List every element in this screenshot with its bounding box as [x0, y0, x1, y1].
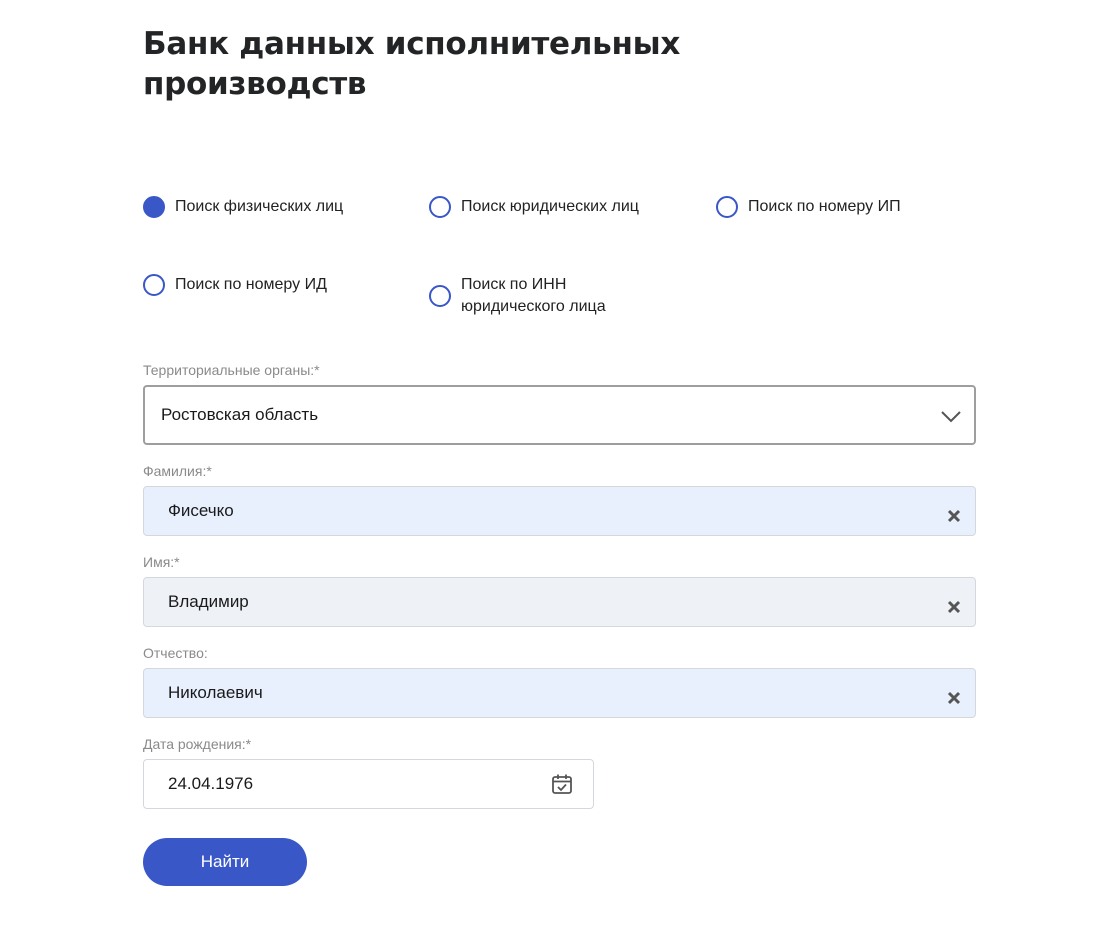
- birth-date-field[interactable]: 24.04.1976: [143, 759, 594, 809]
- radio-label: Поиск юридических лиц: [461, 198, 639, 215]
- region-value: Ростовская область: [161, 405, 319, 424]
- close-icon[interactable]: [947, 509, 961, 523]
- first-name-label: Имя:*: [143, 554, 180, 570]
- close-icon[interactable]: [947, 600, 961, 614]
- radio-label: Поиск по ИНН юридического лица: [461, 276, 606, 315]
- radio-dot[interactable]: [143, 196, 165, 218]
- birth-date-label: Дата рождения:*: [143, 736, 252, 752]
- radio-ip-number[interactable]: Поиск по номеру ИП: [716, 196, 901, 218]
- patronymic-label: Отчество:: [143, 645, 208, 661]
- first-name-value: Владимир: [168, 592, 249, 611]
- radio-inn-legal[interactable]: Поиск по ИНН юридического лица: [429, 274, 651, 318]
- search-page: Банк данных исполнительных производств П…: [0, 0, 1094, 925]
- radio-dot[interactable]: [429, 285, 451, 307]
- radio-label: Поиск физических лиц: [175, 198, 344, 215]
- patronymic-field[interactable]: Николаевич: [143, 668, 976, 718]
- birth-date-value: 24.04.1976: [168, 774, 254, 793]
- page-title: Банк данных исполнительных производств: [143, 26, 681, 102]
- first-name-field[interactable]: Владимир: [143, 577, 976, 627]
- last-name-value: Фисечко: [168, 501, 234, 520]
- radio-dot[interactable]: [716, 196, 738, 218]
- close-icon[interactable]: [947, 691, 961, 705]
- radio-individuals[interactable]: Поиск физических лиц: [143, 196, 343, 218]
- last-name-field[interactable]: Фисечко: [143, 486, 976, 536]
- radio-dot[interactable]: [429, 196, 451, 218]
- calendar-icon[interactable]: [551, 773, 573, 795]
- search-button[interactable]: Найти: [143, 838, 307, 886]
- radio-legal-entities[interactable]: Поиск юридических лиц: [429, 196, 639, 218]
- region-select[interactable]: Ростовская область: [143, 385, 976, 445]
- region-label: Территориальные органы:*: [143, 362, 320, 378]
- radio-id-number[interactable]: Поиск по номеру ИД: [143, 274, 327, 296]
- radio-label: Поиск по номеру ИД: [175, 276, 327, 293]
- radio-dot[interactable]: [143, 274, 165, 296]
- last-name-label: Фамилия:*: [143, 463, 212, 479]
- patronymic-value: Николаевич: [168, 683, 263, 702]
- radio-label: Поиск по номеру ИП: [748, 198, 901, 215]
- chevron-down-icon[interactable]: [940, 405, 962, 427]
